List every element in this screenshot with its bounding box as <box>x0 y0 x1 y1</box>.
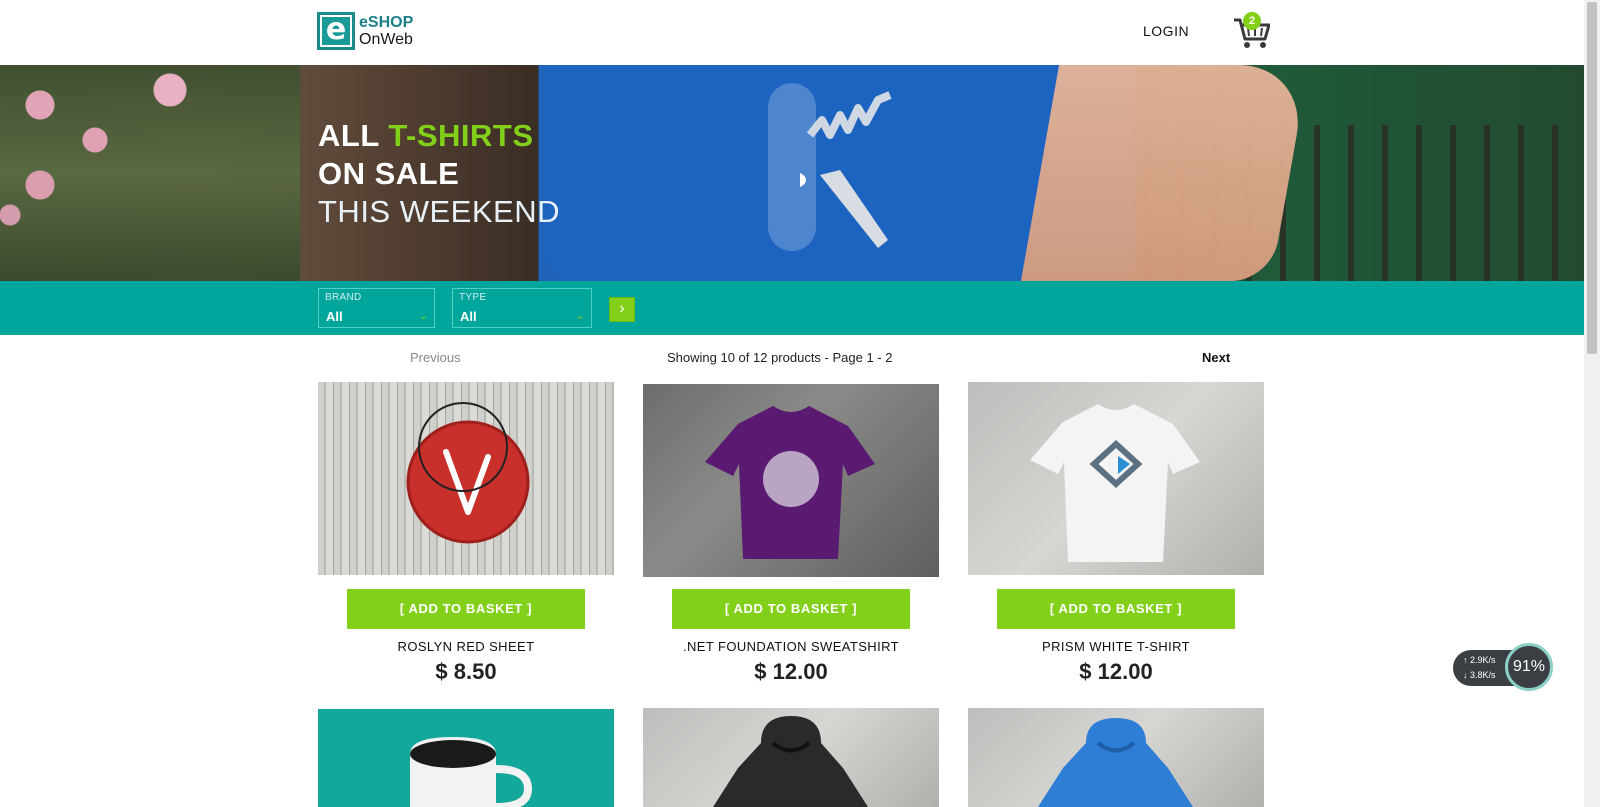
hero-flowers <box>0 65 300 281</box>
hero-headline: ALL T-SHIRTS ON SALE THIS WEEKEND <box>318 117 560 231</box>
product-black-hoodie-image <box>713 716 868 807</box>
login-link[interactable]: LOGIN <box>1143 23 1189 39</box>
product-image[interactable] <box>968 708 1264 807</box>
add-to-basket-button[interactable]: [ ADD TO BASKET ] <box>672 589 910 629</box>
product-price: $ 12.00 <box>754 659 828 684</box>
top-header: e eSHOP OnWeb LOGIN 2 <box>0 0 1584 65</box>
apply-filter-button[interactable]: › <box>609 297 635 322</box>
upload-speed: ↑ 2.9K/s <box>1463 655 1496 665</box>
cart-count-badge: 2 <box>1243 12 1261 30</box>
previous-page-link[interactable]: Previous <box>410 350 461 365</box>
product-name: PRISM WHITE T-SHIRT <box>1042 639 1190 654</box>
logo-mark: e <box>317 12 355 50</box>
product-red-sheet-image <box>406 402 530 544</box>
logo-line1: eSHOP <box>359 14 414 31</box>
product-image[interactable] <box>968 382 1264 575</box>
chevron-down-icon: ⌄ <box>575 310 585 322</box>
logo-letter: e <box>322 15 350 45</box>
pagination-info: Showing 10 of 12 products - Page 1 - 2 <box>667 350 893 365</box>
product-purple-shirt-image <box>705 406 875 559</box>
memory-usage-dial[interactable]: 91% <box>1505 643 1553 691</box>
product-image[interactable] <box>318 709 614 807</box>
hero-line3: THIS WEEKEND <box>318 194 560 229</box>
logo-text: eSHOP OnWeb <box>359 14 413 48</box>
next-page-link[interactable]: Next <box>1202 350 1230 365</box>
hero-arm <box>1020 65 1310 281</box>
product-mug-image <box>410 737 533 807</box>
product-name: ROSLYN RED SHEET <box>397 639 535 654</box>
type-select-label: TYPE <box>459 292 487 303</box>
hero-banner: ALL T-SHIRTS ON SALE THIS WEEKEND <box>0 65 1584 281</box>
product-image[interactable] <box>643 708 939 807</box>
hero-line2: ON SALE <box>318 156 460 191</box>
scrollbar-thumb[interactable] <box>1587 2 1597 354</box>
add-to-basket-button[interactable]: [ ADD TO BASKET ] <box>997 589 1235 629</box>
product-name: .NET FOUNDATION SWEATSHIRT <box>682 639 899 654</box>
chevron-right-icon: › <box>619 300 625 317</box>
brand-select-value: All <box>326 309 343 324</box>
hero-corkscrew-graphic <box>800 91 892 248</box>
product-blue-hoodie-image <box>1038 718 1193 807</box>
hero-line1-green: T-SHIRTS <box>388 118 534 153</box>
type-select[interactable]: TYPE All ⌄ <box>452 288 592 328</box>
product-price: $ 12.00 <box>1079 659 1153 684</box>
hero-line1-white: ALL <box>318 118 389 153</box>
add-to-basket-button[interactable]: [ ADD TO BASKET ] <box>347 589 585 629</box>
brand-select-label: BRAND <box>325 292 362 303</box>
logo-line2: OnWeb <box>359 31 413 48</box>
hero-line1: ALL T-SHIRTS <box>318 117 560 155</box>
eshop-logo[interactable]: e eSHOP OnWeb <box>317 12 427 50</box>
download-speed: ↓ 3.8K/s <box>1463 670 1496 680</box>
type-select-value: All <box>460 309 477 324</box>
product-white-shirt-image <box>1030 404 1200 562</box>
filter-bar <box>0 281 1584 335</box>
chevron-down-icon: ⌄ <box>418 310 428 322</box>
product-image[interactable] <box>318 382 614 575</box>
product-price: $ 8.50 <box>435 659 497 684</box>
brand-select[interactable]: BRAND All ⌄ <box>318 288 435 328</box>
product-image[interactable] <box>643 384 939 577</box>
